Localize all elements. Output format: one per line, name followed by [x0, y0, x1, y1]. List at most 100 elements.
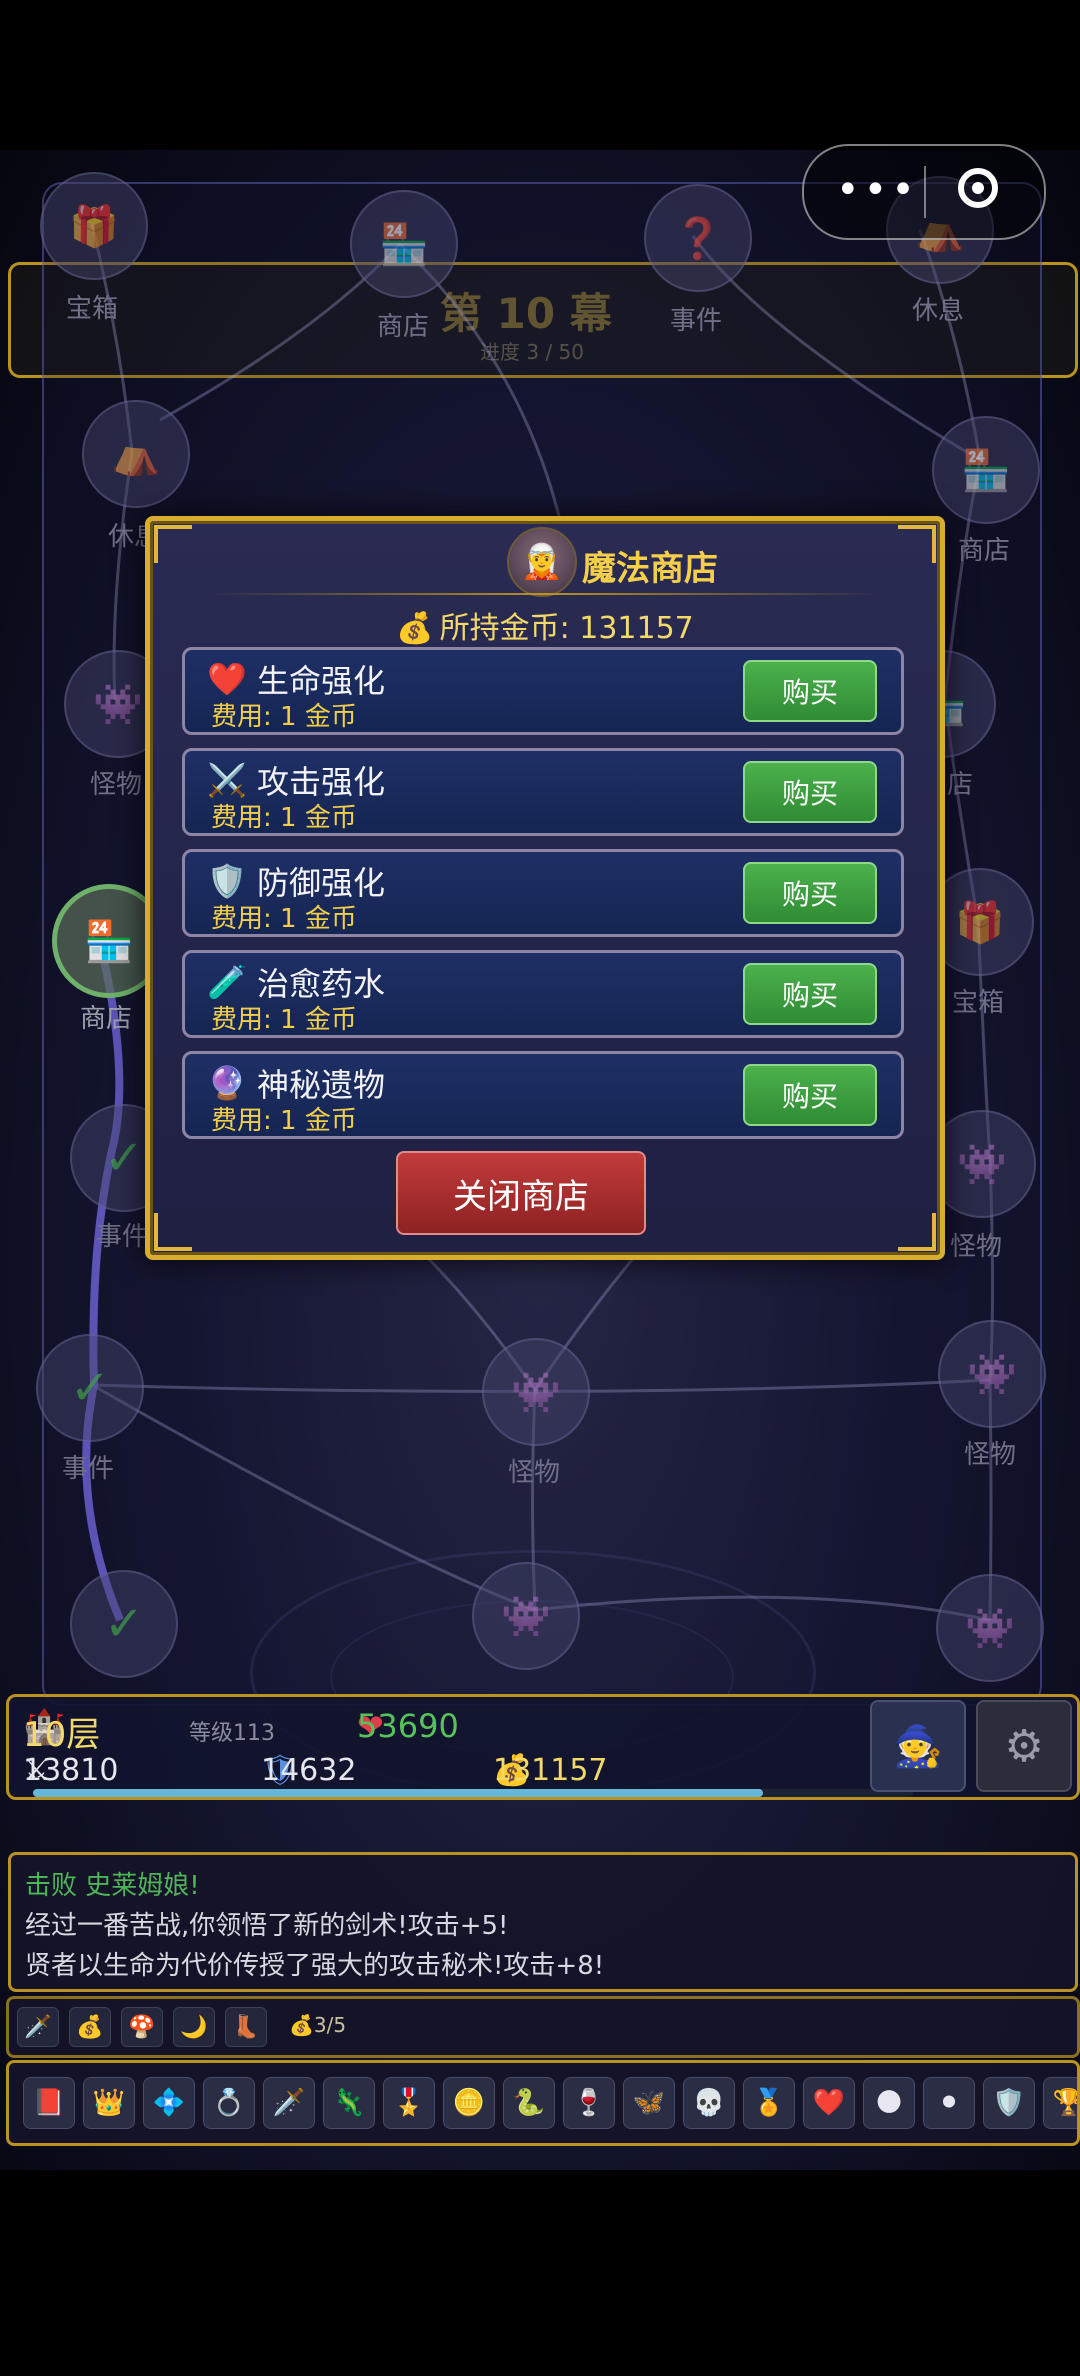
relic-slot[interactable]: 🏅 — [743, 2077, 795, 2129]
shop-item-cost: 费用: 1 金币 — [211, 904, 357, 934]
defense-value: 14632 — [261, 1753, 357, 1788]
relic-slot[interactable]: 🐍 — [503, 2077, 555, 2129]
map-node-event-done[interactable]: ✓ — [36, 1334, 144, 1442]
map-node-treasure[interactable]: 🎁 — [40, 172, 148, 280]
map-node-monster[interactable]: 👾 — [472, 1562, 580, 1670]
map-node-label: 事件 — [669, 306, 722, 336]
moon-icon[interactable]: 🌙 — [173, 2007, 215, 2047]
map-node-rest[interactable]: ⛺ — [82, 400, 190, 508]
relic-slot[interactable]: 💀 — [683, 2077, 735, 2129]
status-effects-bar: 🗡️ 💰 🍄 🌙 👢 💰3/5 — [6, 1996, 1080, 2058]
map-node-shop[interactable]: 🏪 — [350, 190, 458, 298]
relic-slot[interactable]: 🎖️ — [383, 2077, 435, 2129]
heart-icon: ❤️ — [207, 660, 247, 698]
shield-icon: 🛡️ — [207, 862, 247, 900]
close-shop-button[interactable]: 关闭商店 — [396, 1151, 646, 1235]
money-bag-icon: 💰 — [396, 611, 434, 646]
shop-icon: 🏪 — [379, 221, 429, 268]
close-miniprogram-icon[interactable] — [958, 168, 998, 208]
monster-icon: 👾 — [501, 1593, 551, 1640]
map-node-monster[interactable]: 👾 — [482, 1338, 590, 1446]
check-icon: ✓ — [103, 1596, 145, 1652]
relic-slot[interactable]: 💍 — [203, 2077, 255, 2129]
shop-icon: 🏪 — [84, 918, 134, 965]
buy-button[interactable]: 购买 — [743, 761, 877, 823]
boot-icon[interactable]: 👢 — [225, 2007, 267, 2047]
more-icon[interactable]: ••• — [836, 168, 919, 212]
log-line: 击败 史莱姆娘! — [25, 1871, 200, 1901]
corner-ornament — [898, 525, 936, 563]
map-node-event[interactable]: ❓ — [644, 184, 752, 292]
monster-icon: 👾 — [93, 681, 143, 728]
gift-icon: 🎁 — [955, 899, 1005, 946]
shop-item: ❤️ 生命强化 费用: 1 金币 购买 — [182, 647, 904, 735]
monster-icon: 👾 — [965, 1605, 1015, 1652]
dagger-icon[interactable]: 🗡️ — [17, 2007, 59, 2047]
hero-portrait-button[interactable]: 🧙 — [870, 1700, 966, 1792]
question-icon: ❓ — [673, 215, 723, 262]
relic-slot[interactable]: 🌑 — [863, 2077, 915, 2129]
relic-slot[interactable]: ⚫ — [923, 2077, 975, 2129]
map-node-label: 休息 — [911, 296, 964, 326]
relic-slot[interactable]: ❤️ — [803, 2077, 855, 2129]
buy-button[interactable]: 购买 — [743, 862, 877, 924]
money-bag-icon: 💰 — [289, 2013, 314, 2037]
buy-button[interactable]: 购买 — [743, 660, 877, 722]
mushroom-icon[interactable]: 🍄 — [121, 2007, 163, 2047]
check-icon: ✓ — [103, 1130, 145, 1186]
map-node-label: 商店 — [376, 312, 429, 342]
settings-button[interactable]: ⚙ — [976, 1700, 1072, 1792]
map-node-done[interactable]: ✓ — [70, 1570, 178, 1678]
crystal-ball-icon: 🔮 — [207, 1064, 247, 1102]
knight-icon: 🧙 — [893, 1723, 943, 1770]
effect-count: 💰3/5 — [289, 2013, 346, 2037]
map-node-shop[interactable]: 🏪 — [932, 416, 1040, 524]
gold-owned: 💰 所持金币: 131157 — [150, 603, 940, 647]
shop-title: 魔法商店 — [582, 549, 718, 589]
header-divider — [210, 593, 880, 595]
map-node-label: 事件 — [61, 1454, 114, 1484]
shop-item: 🔮 神秘遗物 费用: 1 金币 购买 — [182, 1051, 904, 1139]
log-line: 经过一番苦战,你领悟了新的剑术!攻击+5! — [25, 1911, 509, 1941]
shopkeeper-avatar: 🧝 — [507, 527, 577, 597]
map-node-monster[interactable]: 👾 — [936, 1574, 1044, 1682]
shop-icon: 🏪 — [961, 447, 1011, 494]
buy-button[interactable]: 购买 — [743, 1064, 877, 1126]
relic-slot[interactable]: 🍷 — [563, 2077, 615, 2129]
check-icon: ✓ — [69, 1360, 111, 1416]
capsule-divider — [924, 166, 926, 218]
relic-slot[interactable]: 🦎 — [323, 2077, 375, 2129]
relic-slot[interactable]: 🛡️ — [983, 2077, 1035, 2129]
relic-slot[interactable]: 📕 — [23, 2077, 75, 2129]
map-node-monster[interactable]: 👾 — [938, 1320, 1046, 1428]
corner-ornament — [154, 525, 192, 563]
magic-shop-dialog: 🧝 魔法商店 💰 所持金币: 131157 ❤️ 生命强化 费用: 1 金币 购买… — [145, 516, 945, 1260]
monster-icon: 👾 — [511, 1369, 561, 1416]
game-screen: 第 10 幕 进度 3 / 50 🎁 宝箱 🏪 商店 ❓ 事件 ⛺ 休息 ⛺ 休… — [0, 0, 1080, 2376]
hp-value: 53690 — [357, 1707, 459, 1745]
potion-icon: 🧪 — [207, 963, 247, 1001]
relic-slot[interactable]: 💠 — [143, 2077, 195, 2129]
monster-icon: 👾 — [957, 1141, 1007, 1188]
gear-icon: ⚙ — [1004, 1720, 1044, 1772]
relic-inventory: 📕👑💠💍🗡️🦎🎖️🪙🐍🍷🦋💀🏅❤️🌑⚫🛡️🏆 — [6, 2060, 1080, 2146]
relic-slot[interactable]: 🦋 — [623, 2077, 675, 2129]
buy-button[interactable]: 购买 — [743, 963, 877, 1025]
map-node-label: 怪物 — [963, 1440, 1016, 1470]
money-bag-icon[interactable]: 💰 — [69, 2007, 111, 2047]
relic-slot[interactable]: 👑 — [83, 2077, 135, 2129]
corner-ornament — [154, 1213, 192, 1251]
shop-item-cost: 费用: 1 金币 — [211, 702, 357, 732]
gold-owned-text: 所持金币: 131157 — [439, 611, 694, 646]
player-level: 等级113 — [189, 1721, 275, 1746]
swords-icon: ⚔️ — [207, 761, 247, 799]
shop-item: 🛡️ 防御强化 费用: 1 金币 购买 — [182, 849, 904, 937]
relic-slot[interactable]: 🗡️ — [263, 2077, 315, 2129]
corner-ornament — [898, 1213, 936, 1251]
relic-slot[interactable]: 🏆 — [1043, 2077, 1077, 2129]
shop-item-cost: 费用: 1 金币 — [211, 1005, 357, 1035]
shop-item: ⚔️ 攻击强化 费用: 1 金币 购买 — [182, 748, 904, 836]
effect-count-value: 3/5 — [313, 2013, 347, 2037]
log-line: 贤者以生命为代价传授了强大的攻击秘术!攻击+8! — [25, 1951, 605, 1981]
relic-slot[interactable]: 🪙 — [443, 2077, 495, 2129]
